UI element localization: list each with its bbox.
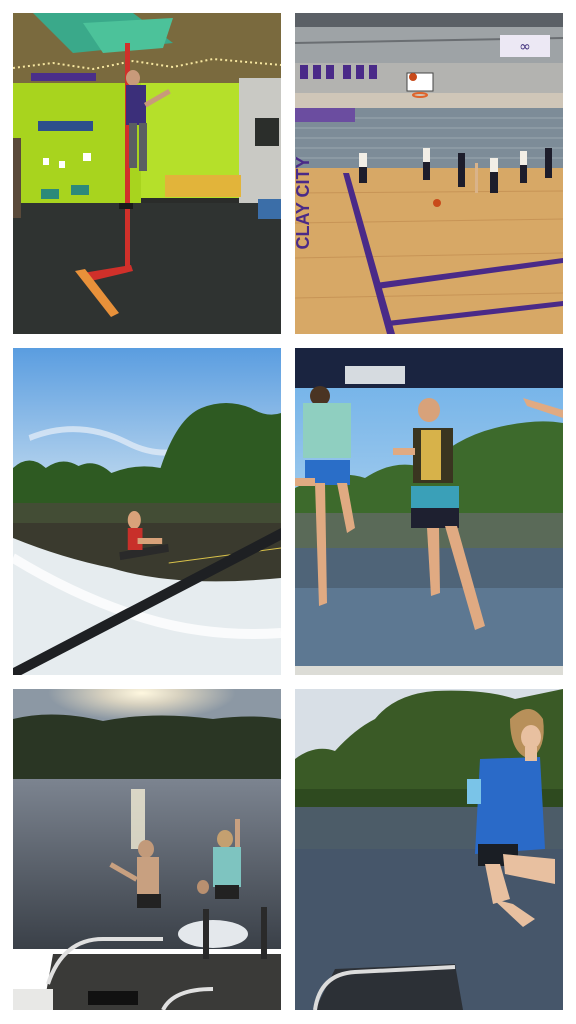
gym-basketball-image: ∞ CLAY CITY bbox=[295, 13, 563, 334]
photo-lake-wakeboarding bbox=[13, 348, 281, 675]
girl-jumping-image bbox=[295, 689, 563, 1010]
court-text: CLAY CITY bbox=[295, 156, 313, 249]
climbing-museum-image bbox=[13, 13, 281, 334]
photo-gym-basketball: ∞ CLAY CITY bbox=[295, 13, 563, 334]
wakeboarding-image bbox=[13, 348, 281, 675]
sunset-jump-image bbox=[13, 689, 281, 1010]
svg-text:∞: ∞ bbox=[519, 39, 531, 55]
kids-jumping-image bbox=[295, 348, 563, 675]
photo-climbing-museum bbox=[13, 13, 281, 334]
photo-collage: { "collage": { "photos": [ { "name": "cl… bbox=[0, 0, 576, 1024]
photo-girl-jumping bbox=[295, 689, 563, 1010]
photo-sunset-jump bbox=[13, 689, 281, 1010]
photo-kids-jumping bbox=[295, 348, 563, 675]
